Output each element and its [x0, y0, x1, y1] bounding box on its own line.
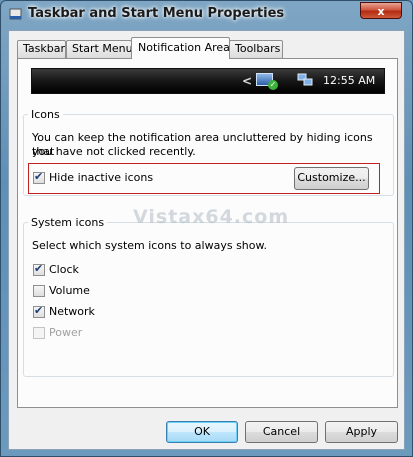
title-bar[interactable]: Taskbar and Start Menu Properties x — [1, 1, 412, 29]
cancel-button[interactable]: Cancel — [245, 421, 318, 443]
close-icon: x — [377, 5, 385, 18]
icons-group: Icons You can keep the notification area… — [23, 108, 394, 196]
system-icons-legend: System icons — [31, 216, 105, 229]
show-hidden-icons-arrow: < — [242, 74, 253, 88]
clock-label[interactable]: Clock — [49, 263, 79, 276]
volume-label[interactable]: Volume — [49, 284, 90, 297]
tab-toolbars[interactable]: Toolbars — [229, 40, 283, 58]
hide-inactive-icons-label[interactable]: Hide inactive icons — [49, 171, 153, 184]
power-checkbox — [33, 327, 45, 339]
icons-group-legend: Icons — [31, 108, 60, 121]
system-icons-description: Select which system icons to always show… — [32, 239, 267, 252]
clock-checkbox[interactable] — [33, 262, 45, 276]
tab-notification-area[interactable]: Notification Area — [131, 37, 230, 59]
properties-window: Taskbar and Start Menu Properties x Task… — [0, 0, 413, 457]
hide-inactive-icons-checkbox[interactable] — [33, 170, 45, 184]
network-label[interactable]: Network — [49, 305, 95, 318]
apply-button[interactable]: Apply — [325, 421, 398, 443]
customize-button[interactable]: Customize... — [294, 167, 369, 190]
window-title: Taskbar and Start Menu Properties — [28, 6, 285, 21]
icons-description-line2: you have not clicked recently. — [32, 145, 196, 158]
tab-start-menu[interactable]: Start Menu — [66, 40, 133, 58]
tab-taskbar[interactable]: Taskbar — [17, 40, 66, 58]
system-icons-group: System icons Select which system icons t… — [23, 216, 394, 377]
clock-time: 12:55 AM — [323, 74, 376, 87]
watermark: Vistax64.com — [133, 206, 290, 228]
power-label: Power — [49, 326, 83, 339]
volume-checkbox[interactable] — [33, 285, 45, 297]
taskbar-preview: < ✓ 12:55 AM — [31, 68, 385, 94]
network-icon — [297, 73, 313, 86]
network-checkbox[interactable] — [33, 304, 45, 318]
taskbar-properties-icon — [9, 8, 22, 20]
notification-area-panel: < ✓ 12:55 AM Icons You can keep the noti… — [17, 58, 398, 408]
dialog-client-area: Taskbar Start Menu Notification Area Too… — [8, 30, 405, 450]
tray-check-icon: ✓ — [268, 80, 278, 90]
close-button[interactable]: x — [360, 2, 402, 19]
ok-button[interactable]: OK — [166, 421, 238, 443]
